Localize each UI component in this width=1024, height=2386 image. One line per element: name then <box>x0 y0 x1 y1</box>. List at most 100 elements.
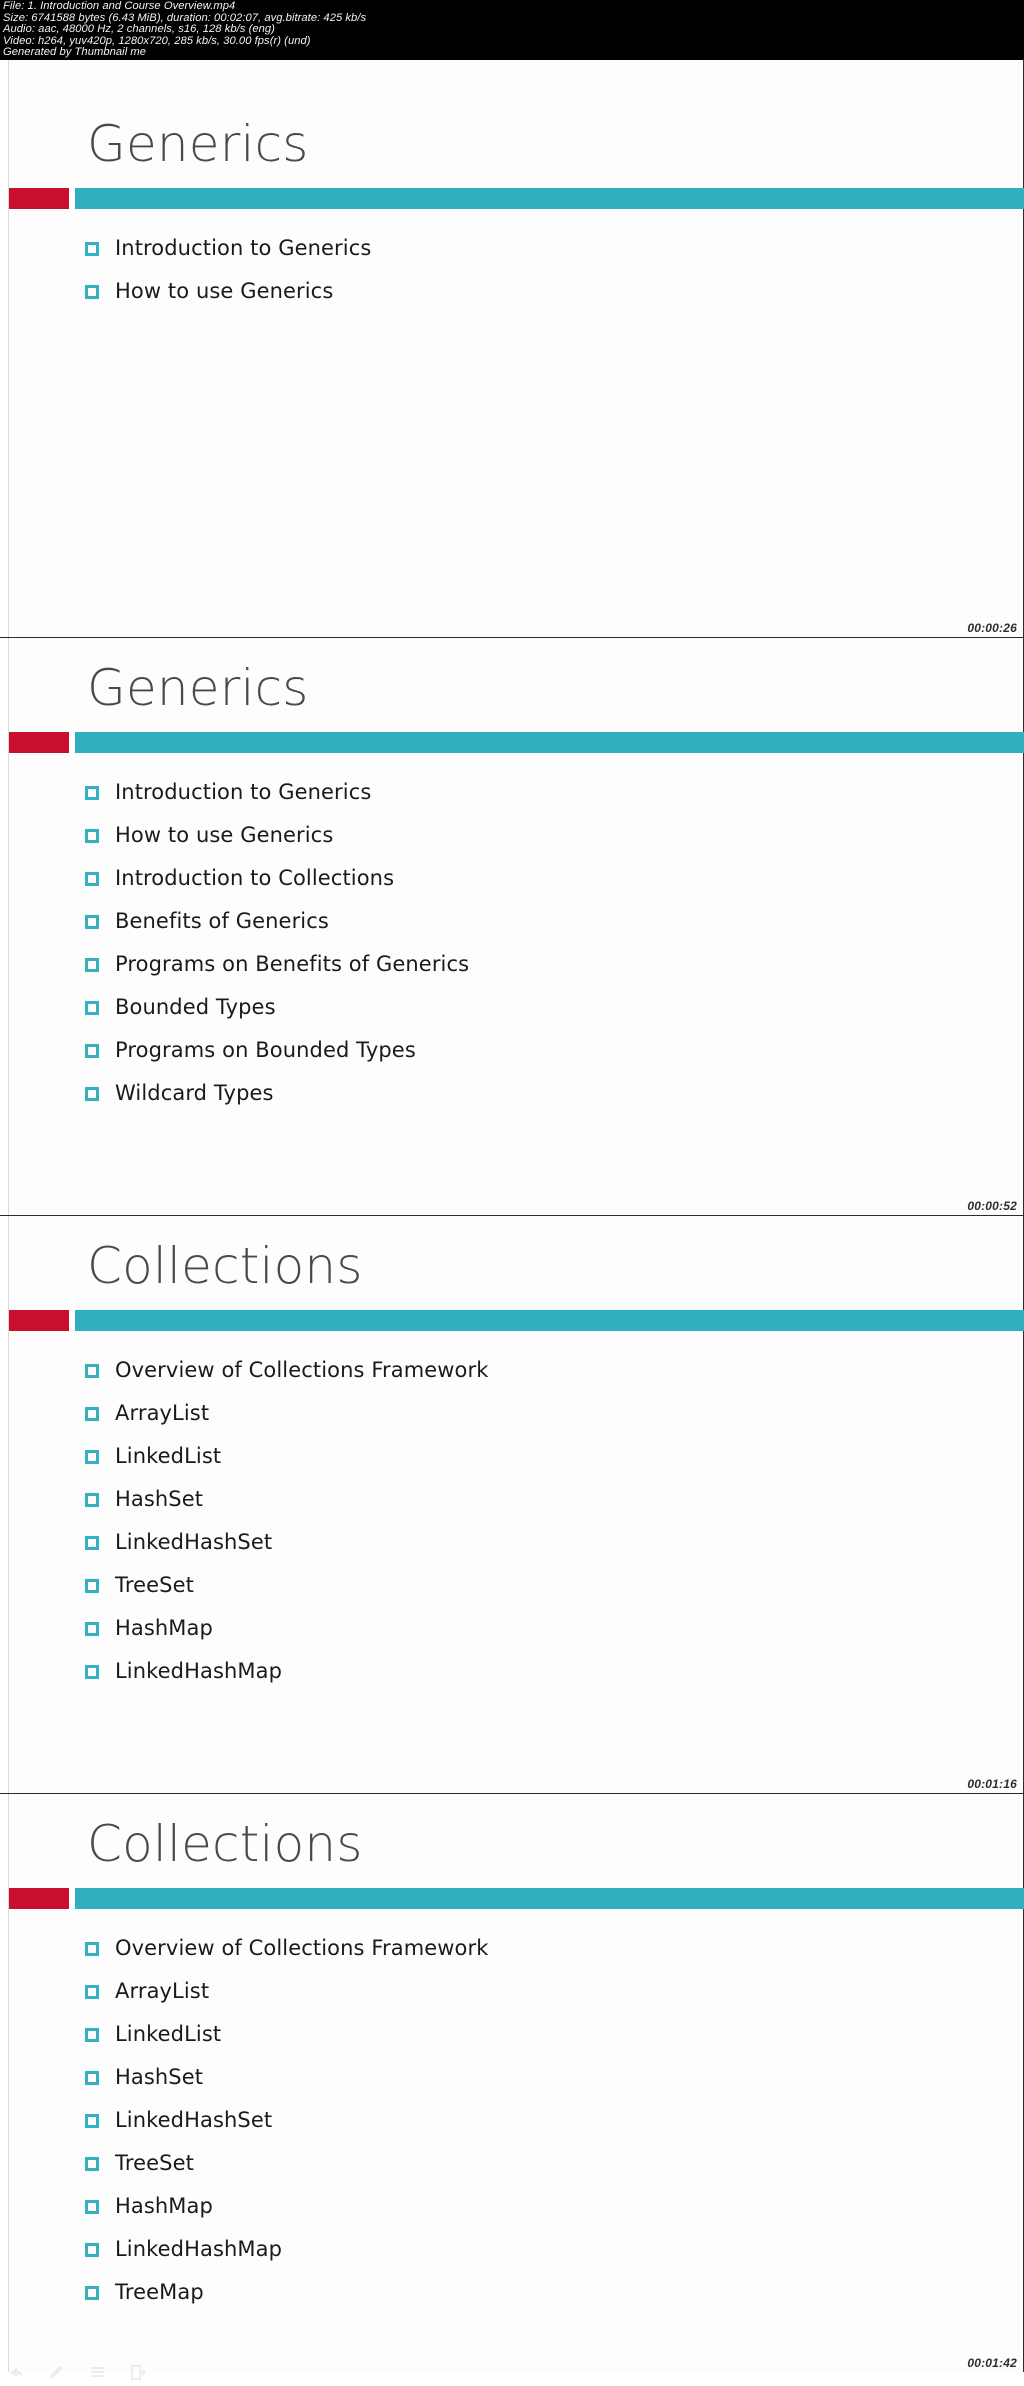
square-bullet-icon <box>85 241 99 256</box>
title-accent-bar <box>9 1888 1024 1909</box>
accent-bar-teal <box>75 1310 1024 1331</box>
list-item: LinkedHashSet <box>85 1520 489 1563</box>
list-item: ArrayList <box>85 1391 489 1434</box>
square-bullet-icon <box>85 2285 99 2300</box>
square-bullet-icon <box>85 1941 99 1956</box>
list-item-label: LinkedHashSet <box>115 2107 273 2132</box>
slide-bullet-list: Overview of Collections Framework ArrayLi… <box>85 1348 489 1692</box>
accent-bar-red <box>9 732 69 753</box>
list-item-label: HashMap <box>115 2193 213 2218</box>
list-item: TreeSet <box>85 2141 489 2184</box>
list-item: HashMap <box>85 1606 489 1649</box>
list-item: How to use Generics <box>85 813 469 856</box>
square-bullet-icon <box>85 1621 99 1636</box>
list-item: Wildcard Types <box>85 1071 469 1114</box>
square-bullet-icon <box>85 1664 99 1679</box>
list-item-label: How to use Generics <box>115 822 334 847</box>
square-bullet-icon <box>85 1984 99 1999</box>
square-bullet-icon <box>85 828 99 843</box>
slide-bullet-list: Overview of Collections Framework ArrayLi… <box>85 1926 489 2313</box>
slide-canvas: Generics Introduction to Generics How to u… <box>8 60 1024 637</box>
slide-timestamp: 00:00:26 <box>967 621 1017 635</box>
square-bullet-icon <box>85 1406 99 1421</box>
square-bullet-icon <box>85 1000 99 1015</box>
slide-title: Collections <box>87 1237 363 1295</box>
square-bullet-icon <box>85 2027 99 2042</box>
list-item-label: How to use Generics <box>115 278 334 303</box>
list-item: LinkedHashMap <box>85 1649 489 1692</box>
list-item-label: LinkedHashMap <box>115 2236 283 2261</box>
slide-canvas: Collections Overview of Collections Frame… <box>8 1216 1024 1793</box>
slide-canvas: Collections Overview of Collections Frame… <box>8 1794 1024 2372</box>
list-item-label: Bounded Types <box>115 994 276 1019</box>
square-bullet-icon <box>85 2113 99 2128</box>
list-item-label: ArrayList <box>115 1400 210 1425</box>
square-bullet-icon <box>85 1449 99 1464</box>
list-item: Overview of Collections Framework <box>85 1348 489 1391</box>
square-bullet-icon <box>85 871 99 886</box>
list-item-label: Introduction to Generics <box>115 235 372 260</box>
list-icon[interactable] <box>88 2363 107 2382</box>
list-item-label: Overview of Collections Framework <box>115 1357 489 1382</box>
slide-thumbnail[interactable]: Collections Overview of Collections Frame… <box>0 1216 1024 1794</box>
thumbnail-sheet: File: 1. Introduction and Course Overvie… <box>0 0 1024 2386</box>
list-item-label: TreeMap <box>115 2279 204 2304</box>
list-item: ArrayList <box>85 1969 489 2012</box>
info-line-file: File: 1. Introduction and Course Overvie… <box>3 0 236 12</box>
square-bullet-icon <box>85 2199 99 2214</box>
list-item: LinkedHashSet <box>85 2098 489 2141</box>
slide-thumbnail[interactable]: Collections Overview of Collections Frame… <box>0 1794 1024 2372</box>
square-bullet-icon <box>85 957 99 972</box>
title-accent-bar <box>9 1310 1024 1331</box>
accent-bar-teal <box>75 1888 1024 1909</box>
list-item-label: HashSet <box>115 2064 204 2089</box>
list-item: Benefits of Generics <box>85 899 469 942</box>
slide-thumbnail[interactable]: Generics Introduction to Generics How to u… <box>0 638 1024 1216</box>
slide-bullet-list: Introduction to Generics How to use Gener… <box>85 226 371 312</box>
square-bullet-icon <box>85 284 99 299</box>
slide-thumbnail[interactable]: Generics Introduction to Generics How to u… <box>0 60 1024 638</box>
list-item-label: LinkedList <box>115 2021 222 2046</box>
list-item-label: HashMap <box>115 1615 213 1640</box>
list-item-label: LinkedHashMap <box>115 1658 283 1683</box>
list-item: HashMap <box>85 2184 489 2227</box>
list-item-label: TreeSet <box>115 2150 194 2175</box>
list-item: Bounded Types <box>85 985 469 1028</box>
slide-canvas: Generics Introduction to Generics How to u… <box>8 638 1024 1215</box>
slide-thumbnail-grid: Generics Introduction to Generics How to u… <box>0 60 1024 2372</box>
list-item-label: Programs on Bounded Types <box>115 1037 416 1062</box>
list-item: Introduction to Generics <box>85 226 371 269</box>
square-bullet-icon <box>85 2242 99 2257</box>
info-line-video: Video: h264, yuv420p, 1280x720, 285 kb/s… <box>3 34 311 47</box>
square-bullet-icon <box>85 1492 99 1507</box>
list-item: LinkedList <box>85 2012 489 2055</box>
list-item-label: Introduction to Collections <box>115 865 395 890</box>
list-item-label: Introduction to Generics <box>115 779 372 804</box>
accent-bar-red <box>9 1888 69 1909</box>
title-accent-bar <box>9 732 1024 753</box>
list-item-label: Benefits of Generics <box>115 908 329 933</box>
list-item-label: Programs on Benefits of Generics <box>115 951 470 976</box>
back-arrow-icon[interactable] <box>6 2363 25 2382</box>
slide-timestamp: 00:01:16 <box>967 1777 1017 1791</box>
list-item-label: Overview of Collections Framework <box>115 1935 489 1960</box>
pencil-icon[interactable] <box>47 2363 66 2382</box>
slide-title: Collections <box>87 1815 363 1873</box>
accent-bar-teal <box>75 732 1024 753</box>
list-item-label: HashSet <box>115 1486 204 1511</box>
exit-arrow-icon[interactable] <box>129 2363 148 2382</box>
list-item-label: LinkedList <box>115 1443 222 1468</box>
list-item-label: Wildcard Types <box>115 1080 274 1105</box>
slide-title: Generics <box>87 659 309 717</box>
square-bullet-icon <box>85 2070 99 2085</box>
list-item: Introduction to Collections <box>85 856 469 899</box>
list-item: Introduction to Generics <box>85 770 469 813</box>
list-item: How to use Generics <box>85 269 371 312</box>
accent-bar-teal <box>75 188 1024 209</box>
list-item-label: TreeSet <box>115 1572 194 1597</box>
title-accent-bar <box>9 188 1024 209</box>
accent-bar-red <box>9 1310 69 1331</box>
media-info-header: File: 1. Introduction and Course Overvie… <box>0 0 1024 60</box>
square-bullet-icon <box>85 914 99 929</box>
accent-bar-red <box>9 188 69 209</box>
